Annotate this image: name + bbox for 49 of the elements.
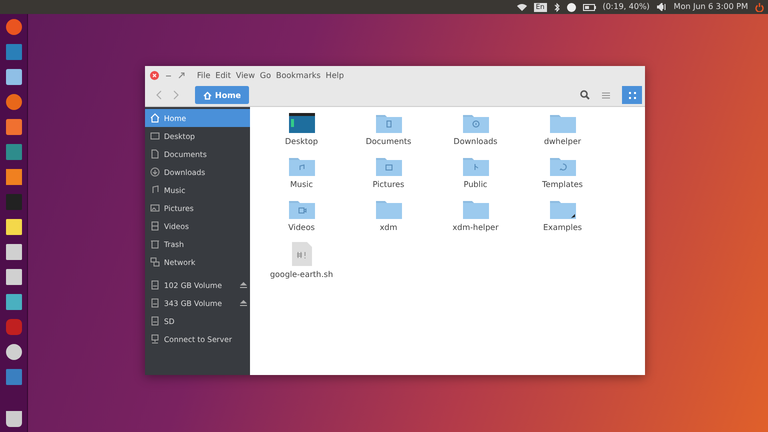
- forward-icon[interactable]: [172, 90, 180, 100]
- file-name[interactable]: Examples: [543, 223, 582, 232]
- file-name[interactable]: Videos: [288, 223, 315, 232]
- file-name[interactable]: google-earth.sh: [270, 270, 334, 279]
- grid-view-button[interactable]: [622, 86, 642, 104]
- eject-icon[interactable]: [240, 282, 247, 288]
- document-icon: [150, 149, 160, 159]
- file-name[interactable]: Music: [290, 180, 313, 189]
- volume-icon[interactable]: [656, 3, 667, 11]
- bluetooth-icon[interactable]: [554, 2, 560, 12]
- picture-icon: [150, 203, 160, 213]
- battery-status[interactable]: (0:19, 40%): [602, 2, 650, 12]
- music-note-icon: [150, 185, 160, 195]
- file-name[interactable]: Documents: [366, 137, 412, 146]
- file-name[interactable]: xdm-helper: [452, 223, 498, 232]
- script-file-icon[interactable]: [292, 242, 312, 266]
- menu-item[interactable]: View: [236, 70, 255, 80]
- desktop-folder-icon[interactable]: [288, 113, 314, 133]
- file-name[interactable]: Desktop: [285, 137, 318, 146]
- maximize-icon[interactable]: [178, 72, 185, 78]
- file-name[interactable]: Public: [464, 180, 488, 189]
- search-icon[interactable]: [580, 90, 590, 100]
- folder-link-icon[interactable]: [550, 199, 576, 219]
- menu-item[interactable]: Go: [260, 70, 271, 80]
- computer-icon: [150, 334, 160, 344]
- back-icon[interactable]: [155, 90, 163, 100]
- menu-item[interactable]: Edit: [215, 70, 231, 80]
- film-icon: [150, 221, 160, 231]
- menu-item[interactable]: File: [197, 70, 210, 80]
- battery-icon[interactable]: [582, 4, 596, 10]
- menu-item[interactable]: Bookmarks: [276, 70, 321, 80]
- grid-icon: [628, 92, 636, 98]
- wifi-icon[interactable]: [516, 3, 527, 11]
- close-icon[interactable]: [150, 70, 159, 80]
- download-icon: [150, 167, 160, 177]
- file-name[interactable]: Templates: [542, 180, 583, 189]
- power-icon[interactable]: [755, 2, 764, 12]
- menu-item[interactable]: Help: [326, 70, 344, 80]
- file-name[interactable]: Pictures: [372, 180, 404, 189]
- home-icon: [203, 90, 212, 100]
- home-icon: [150, 113, 160, 123]
- eject-icon[interactable]: [240, 300, 247, 306]
- desktop-icon: [150, 131, 160, 141]
- clock[interactable]: Mon Jun 6 3:00 PM: [674, 2, 748, 12]
- network-icon: [150, 257, 160, 267]
- list-icon: [602, 92, 610, 98]
- file-name[interactable]: dwhelper: [544, 137, 582, 146]
- file-name[interactable]: Downloads: [454, 137, 498, 146]
- file-name[interactable]: xdm: [380, 223, 398, 232]
